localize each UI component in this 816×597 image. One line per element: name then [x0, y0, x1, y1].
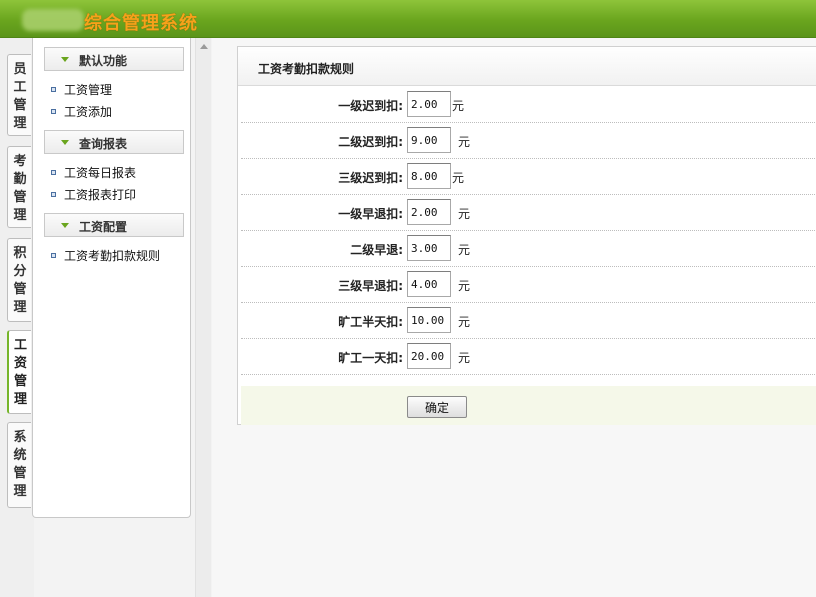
- unit-label: 元: [458, 351, 471, 365]
- form-row: 三级迟到扣: 元: [241, 159, 816, 195]
- unit-label: 元: [458, 243, 471, 257]
- menu-item-salary-manage[interactable]: 工资管理: [51, 80, 112, 98]
- field-label: 旷工一天扣:: [338, 351, 403, 365]
- menu-section-config[interactable]: 工资配置: [44, 213, 184, 237]
- unit-label: 元: [452, 99, 465, 113]
- vtab-label: 系统管理: [13, 430, 27, 499]
- field-label: 一级迟到扣:: [338, 99, 403, 113]
- early-level3-input[interactable]: [407, 271, 451, 297]
- chevron-down-icon: [61, 57, 69, 62]
- menu-section-default[interactable]: 默认功能: [44, 47, 184, 71]
- form-row: 一级迟到扣: 元: [241, 87, 816, 123]
- bullet-icon: [51, 252, 56, 258]
- main-content: 工资考勤扣款规则 一级迟到扣: 元 二级迟到扣: 元 三级迟到扣: 元 一级早退…: [212, 38, 816, 597]
- form-row: 旷工一天扣: 元: [241, 339, 816, 375]
- chevron-down-icon: [61, 223, 69, 228]
- menu-section-title: 查询报表: [79, 137, 128, 151]
- form-row: 二级早退: 元: [241, 231, 816, 267]
- menu-item-daily-report[interactable]: 工资每日报表: [51, 163, 136, 181]
- vtab-label: 工资管理: [14, 338, 28, 407]
- early-level1-input[interactable]: [407, 199, 451, 225]
- vertical-tabs: 员工管理 考勤管理 积分管理 工资管理 系统管理: [0, 38, 34, 597]
- menu-item-deduction-rules[interactable]: 工资考勤扣款规则: [51, 246, 160, 264]
- unit-label: 元: [458, 207, 471, 221]
- menu-item-label: 工资添加: [64, 104, 113, 119]
- form-row: 一级早退扣: 元: [241, 195, 816, 231]
- menu-section-title: 默认功能: [79, 54, 128, 68]
- vtab-employee[interactable]: 员工管理: [7, 54, 31, 136]
- menu-item-salary-add[interactable]: 工资添加: [51, 102, 112, 120]
- chevron-down-icon: [61, 140, 69, 145]
- vtab-attendance[interactable]: 考勤管理: [7, 146, 31, 228]
- early-level2-input[interactable]: [407, 235, 451, 261]
- field-label: 二级早退:: [350, 243, 403, 257]
- form-row: 二级迟到扣: 元: [241, 123, 816, 159]
- vtab-label: 员工管理: [13, 62, 27, 131]
- menu-item-report-print[interactable]: 工资报表打印: [51, 185, 136, 203]
- menu-item-label: 工资每日报表: [64, 165, 137, 180]
- bullet-icon: [51, 86, 56, 92]
- field-label: 旷工半天扣:: [338, 315, 403, 329]
- late-level2-input[interactable]: [407, 127, 451, 153]
- scroll-up-icon[interactable]: [200, 44, 208, 49]
- vtab-system[interactable]: 系统管理: [7, 422, 31, 508]
- field-label: 二级迟到扣:: [338, 135, 403, 149]
- card-header: 工资考勤扣款规则: [238, 47, 816, 86]
- form-row: 旷工半天扣: 元: [241, 303, 816, 339]
- field-label: 三级早退扣:: [338, 279, 403, 293]
- page-title: 工资考勤扣款规则: [258, 62, 355, 76]
- vtab-label: 积分管理: [13, 246, 27, 315]
- unit-label: 元: [458, 279, 471, 293]
- top-header: 综合管理系统: [0, 0, 816, 38]
- confirm-button[interactable]: 确定: [407, 396, 467, 418]
- menu-section-reports[interactable]: 查询报表: [44, 130, 184, 154]
- absent-full-day-input[interactable]: [407, 343, 451, 369]
- vtab-salary[interactable]: 工资管理: [7, 330, 31, 414]
- side-menu: 默认功能 工资管理 工资添加 查询报表 工资每日报表 工资报表打印 工资配置 工…: [32, 38, 191, 518]
- bullet-icon: [51, 169, 56, 175]
- vtab-label: 考勤管理: [13, 154, 27, 223]
- field-label: 三级迟到扣:: [338, 171, 403, 185]
- menu-item-label: 工资报表打印: [64, 187, 137, 202]
- field-label: 一级早退扣:: [338, 207, 403, 221]
- unit-label: 元: [458, 135, 471, 149]
- menu-scroll-strip[interactable]: [195, 38, 211, 597]
- late-level3-input[interactable]: [407, 163, 451, 189]
- logo-blurred: [22, 9, 84, 31]
- app-title: 综合管理系统: [84, 13, 198, 34]
- form-row: 三级早退扣: 元: [241, 267, 816, 303]
- menu-section-title: 工资配置: [79, 220, 128, 234]
- deduction-rules-card: 工资考勤扣款规则 一级迟到扣: 元 二级迟到扣: 元 三级迟到扣: 元 一级早退…: [237, 46, 816, 425]
- absent-half-day-input[interactable]: [407, 307, 451, 333]
- vtab-points[interactable]: 积分管理: [7, 238, 31, 322]
- late-level1-input[interactable]: [407, 91, 451, 117]
- form-actions: 确定: [241, 386, 816, 425]
- menu-item-label: 工资管理: [64, 82, 113, 97]
- bullet-icon: [51, 191, 56, 197]
- unit-label: 元: [458, 315, 471, 329]
- menu-item-label: 工资考勤扣款规则: [64, 248, 161, 263]
- unit-label: 元: [452, 171, 465, 185]
- bullet-icon: [51, 108, 56, 114]
